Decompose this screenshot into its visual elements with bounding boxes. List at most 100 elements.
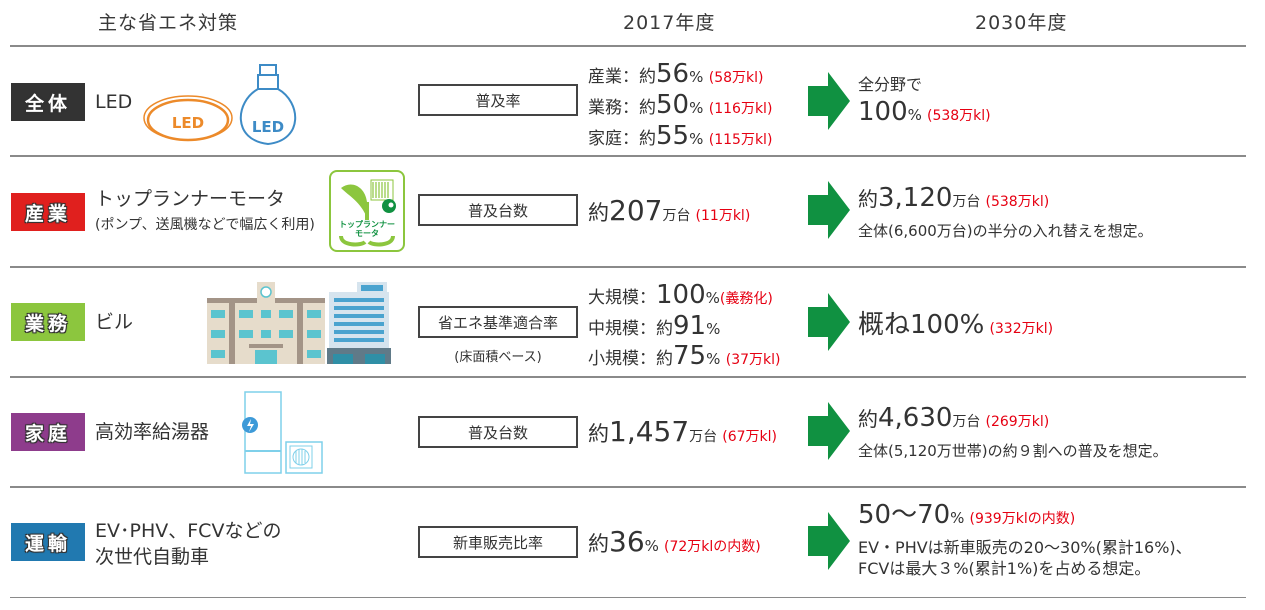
line-value: 55 <box>656 121 690 151</box>
value-unit: % <box>644 537 659 555</box>
line-unit: % <box>689 99 704 117</box>
value-unit: 万台 <box>689 429 718 445</box>
measure-name: 高効率給湯器 <box>95 421 210 443</box>
arrow-right-icon <box>808 402 850 460</box>
value-note: (67万kl) <box>722 429 778 445</box>
sprout-icon <box>341 179 396 220</box>
measure-title: トップランナーモータ <box>95 188 286 210</box>
metric-box: 新車販売比率 <box>418 526 578 558</box>
value-line: 中規模：約91% <box>588 313 781 343</box>
value-note: (11万kl) <box>695 208 751 224</box>
value-description: EV・PHVは新車販売の20〜30%(累計16%)、 <box>858 538 1192 557</box>
line-label: 産業：約 <box>588 67 656 87</box>
logo-text-line: トップランナー <box>339 220 395 229</box>
measure-name: LED <box>95 91 133 113</box>
measure-name: ビル <box>95 311 134 333</box>
line-note: (37万kl) <box>725 352 781 368</box>
measure-title: EV･PHV、FCVなどの <box>95 520 282 542</box>
value-prefix: 約 <box>588 422 609 446</box>
value-line: 家庭：約55% (115万kl) <box>588 123 772 154</box>
line-unit: % <box>689 68 704 86</box>
value-2017: 約1,457万台 (67万kl) <box>588 415 777 448</box>
line-value: 100 <box>656 280 706 310</box>
line-value: 75 <box>673 341 707 371</box>
line-unit: % <box>706 320 721 338</box>
line-value: 91 <box>673 311 707 341</box>
metric-box: 普及率 <box>418 84 578 116</box>
value-line: 小規模：約75% (37万kl) <box>588 343 781 374</box>
value-description-line2: FCVは最大３%(累計1%)を占める想定。 <box>858 559 1151 578</box>
measure-name: EV･PHV、FCVなどの 次世代自動車 <box>95 518 281 570</box>
category-badge-household: 家庭 <box>11 413 85 451</box>
measure-name: トップランナーモータ (ポンプ、送風機などで幅広く利用) <box>95 186 315 238</box>
line-note: (116万kl) <box>708 101 773 117</box>
value-description: 全体(5,120万世帯)の約９割への普及を想定。 <box>858 442 1168 460</box>
line-note: (義務化) <box>719 291 773 307</box>
category-badge-business: 業務 <box>11 303 85 341</box>
line-unit: % <box>706 350 721 368</box>
value-prefix: 約 <box>588 201 609 225</box>
value-line: 業務：約50% (116万kl) <box>588 92 772 123</box>
value-note: (332万kl) <box>989 321 1054 337</box>
divider <box>10 155 1246 157</box>
divider <box>10 376 1246 378</box>
value-main: 207 <box>609 194 663 227</box>
svg-text:LED: LED <box>172 114 204 132</box>
value-prefix: 約 <box>588 532 609 556</box>
arrow-right-icon <box>808 512 850 570</box>
line-note: (115万kl) <box>708 132 773 148</box>
line-label: 小規模：約 <box>588 349 673 369</box>
top-runner-motor-logo-icon: トップランナー モータ <box>329 170 405 252</box>
category-badge-transport: 運輸 <box>11 523 85 561</box>
arrow-right-icon <box>808 181 850 239</box>
value-prefix: 約 <box>858 187 878 211</box>
value-line: 大規模：100%(義務化) <box>588 282 781 313</box>
value-2030: 約4,630万台 (269万kl) 全体(5,120万世帯)の約９割への普及を想… <box>858 400 1168 462</box>
line-label: 中規模：約 <box>588 319 673 339</box>
metric-box: 普及台数 <box>418 416 578 448</box>
divider <box>10 266 1246 268</box>
line-note: (58万kl) <box>708 70 764 86</box>
line-value: 50 <box>656 90 690 120</box>
measure-subtitle: (ポンプ、送風機などで幅広く利用) <box>95 217 315 233</box>
value-prefix: 約 <box>858 407 878 431</box>
divider <box>10 486 1246 488</box>
value-main: 4,630 <box>878 403 953 433</box>
header-2017: 2017年度 <box>623 12 716 34</box>
value-2030: 約3,120万台 (538万kl) 全体(6,600万台)の半分の入れ替えを想定… <box>858 180 1153 242</box>
value-line: 産業：約56% (58万kl) <box>588 61 772 92</box>
value-unit: % <box>907 106 922 124</box>
measure-title-line2: 次世代自動車 <box>95 546 210 568</box>
value-unit: % <box>950 509 965 527</box>
line-label: 業務：約 <box>588 98 656 118</box>
header-measures: 主な省エネ対策 <box>98 12 239 34</box>
led-light-icon: LED LED <box>143 64 297 146</box>
category-badge-industry: 産業 <box>11 193 85 231</box>
value-note: (538万kl) <box>985 194 1050 210</box>
svg-text:LED: LED <box>252 118 284 136</box>
line-value: 56 <box>656 59 690 89</box>
value-unit: 万台 <box>952 414 981 430</box>
value-2017: 産業：約56% (58万kl) 業務：約50% (116万kl) 家庭：約55%… <box>588 61 772 154</box>
line-unit: % <box>705 289 720 307</box>
value-2017: 約36% (72万klの内数) <box>588 525 761 558</box>
value-2030: 概ね100% (332万kl) <box>858 304 1053 341</box>
value-main: 1,457 <box>609 415 690 448</box>
metric-note: (床面積ベース) <box>454 350 542 365</box>
value-unit: 万台 <box>952 194 981 210</box>
value-prefix: 全分野で <box>858 75 923 94</box>
value-main: 36 <box>609 525 645 558</box>
value-main: 3,120 <box>878 183 953 213</box>
value-note: (939万klの内数) <box>969 511 1076 527</box>
value-main: 100 <box>858 97 908 127</box>
line-label: 大規模： <box>588 288 656 308</box>
building-icon <box>207 282 391 364</box>
value-2017: 大規模：100%(義務化) 中規模：約91% 小規模：約75% (37万kl) <box>588 282 781 374</box>
value-main: 概ね100% <box>858 310 985 340</box>
value-unit: 万台 <box>662 208 691 224</box>
value-2030: 全分野で 100% (538万kl) <box>858 74 991 132</box>
line-unit: % <box>689 130 704 148</box>
metric-box: 省エネ基準適合率 <box>418 306 578 338</box>
line-label: 家庭：約 <box>588 129 656 149</box>
value-2030: 50〜70% (939万klの内数) EV・PHVは新車販売の20〜30%(累計… <box>858 497 1192 579</box>
